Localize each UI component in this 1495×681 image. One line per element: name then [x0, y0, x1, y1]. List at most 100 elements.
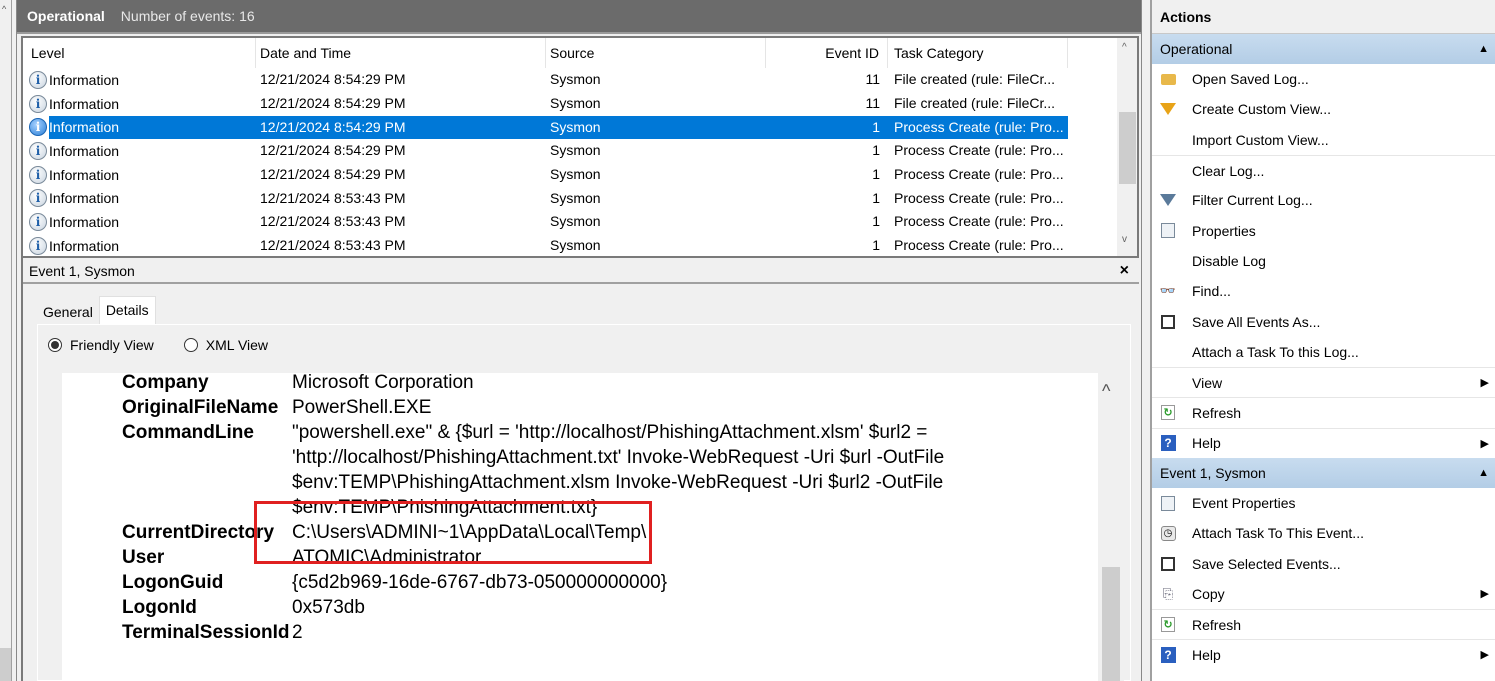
action-item[interactable]: Event Properties	[1152, 488, 1495, 518]
action-item[interactable]: Filter Current Log...	[1152, 185, 1495, 215]
column-header-event-id[interactable]: Event ID	[766, 38, 888, 68]
xml-view-radio[interactable]	[183, 338, 198, 352]
task-clock-icon: ◷	[1160, 525, 1176, 541]
tab-details[interactable]: Details	[98, 296, 156, 324]
binoculars-icon: 👓	[1159, 283, 1177, 299]
field-key: TerminalSessionId	[122, 622, 290, 643]
table-row[interactable]: i Information 12/21/2024 8:53:43 PM Sysmon 1…	[23, 210, 1137, 234]
field-value: 2	[292, 622, 303, 643]
action-item[interactable]: Clear Log...	[1152, 154, 1495, 185]
properties-icon	[1161, 495, 1175, 511]
action-group-label: Operational	[1160, 41, 1233, 57]
xml-view-label: XML View	[205, 337, 269, 353]
table-row[interactable]: i Information 12/21/2024 8:54:29 PM Sysmon 1…	[23, 115, 1137, 139]
event-field: CommandLine "powershell.exe" & {$url = 'h…	[62, 420, 1098, 520]
scroll-down-icon[interactable]: v	[1122, 234, 1127, 245]
scroll-up-icon[interactable]: ^	[1122, 42, 1127, 53]
level-text: Information	[49, 95, 120, 112]
level-text: Information	[49, 190, 120, 207]
field-value: 0x573db	[292, 597, 365, 618]
action-item[interactable]: Properties	[1152, 215, 1495, 245]
table-row[interactable]: i Information 12/21/2024 8:54:29 PM Sysmon 1…	[23, 92, 1137, 116]
action-item[interactable]: Import Custom View...	[1152, 125, 1495, 155]
table-row[interactable]: i Information 12/21/2024 8:53:43 PM Sysmon 1…	[23, 186, 1137, 210]
table-row[interactable]: i Information 12/21/2024 8:54:29 PM Sysmon 1…	[23, 163, 1137, 187]
action-label: Save All Events As...	[1192, 313, 1321, 330]
datetime-cell: 12/21/2024 8:53:43 PM	[260, 237, 406, 254]
submenu-arrow-icon: ▶	[1480, 588, 1489, 601]
scroll-up-icon[interactable]: ^	[1102, 381, 1110, 402]
action-item[interactable]: ? Help ▶	[1152, 639, 1495, 669]
action-item[interactable]: View ▶	[1152, 366, 1495, 397]
action-icon-slot: ◷	[1152, 525, 1184, 541]
level-text: Information	[49, 115, 256, 139]
action-item[interactable]: ⎘ Copy ▶	[1152, 579, 1495, 609]
action-item[interactable]: Save Selected Events...	[1152, 548, 1495, 578]
source-cell: Sysmon	[550, 237, 601, 254]
action-item[interactable]: 👓 Find...	[1152, 276, 1495, 306]
events-list-scrollbar[interactable]: ^ v	[1117, 38, 1137, 256]
event-id-cell: 11	[865, 95, 880, 112]
submenu-arrow-icon: ▶	[1480, 377, 1489, 390]
events-list-header: Level Date and Time Source Event ID Task…	[23, 38, 1137, 68]
action-item[interactable]: Disable Log	[1152, 246, 1495, 276]
details-tab-body: Friendly View XML View Company Microsoft …	[37, 324, 1131, 681]
scroll-up-icon[interactable]: ^	[2, 4, 6, 14]
field-value: ATOMIC\Administrator	[292, 547, 482, 568]
action-group-label: Event 1, Sysmon	[1160, 464, 1266, 481]
scroll-thumb[interactable]	[1119, 112, 1136, 184]
action-item[interactable]: ? Help ▶	[1152, 427, 1495, 458]
tab-general[interactable]: General	[37, 300, 99, 324]
table-row[interactable]: i Information 12/21/2024 8:53:43 PM Sysmon 1…	[23, 234, 1137, 256]
datetime-cell: 12/21/2024 8:54:29 PM	[260, 142, 406, 159]
action-label: Attach Task To This Event...	[1192, 525, 1364, 542]
action-group-header[interactable]: Event 1, Sysmon ▲	[1152, 457, 1495, 488]
action-item[interactable]: Open Saved Log...	[1152, 64, 1495, 94]
events-rows: i Information 12/21/2024 8:54:29 PM Sysmon 1…	[23, 68, 1137, 256]
friendly-view-radio[interactable]	[48, 338, 62, 352]
level-cell: i Information	[23, 236, 256, 255]
table-row[interactable]: i Information 12/21/2024 8:54:29 PM Sysmon 1…	[23, 139, 1137, 163]
task-category-cell: Process Create (rule: Pro...	[888, 115, 1068, 139]
event-detail-title: Event 1, Sysmon	[29, 263, 135, 279]
action-item[interactable]: Attach a Task To this Log...	[1152, 337, 1495, 367]
navigation-pane-scrollbar[interactable]: ^	[0, 0, 12, 681]
datetime-cell: 12/21/2024 8:54:29 PM	[260, 71, 406, 88]
action-item[interactable]: ↻ Refresh	[1152, 397, 1495, 427]
event-count: Number of events: 16	[120, 8, 255, 24]
column-header-level[interactable]: Level	[23, 38, 256, 68]
action-item[interactable]: ◷ Attach Task To This Event...	[1152, 518, 1495, 548]
friendly-view-option[interactable]: Friendly View	[48, 337, 154, 353]
action-icon-slot: ?	[1152, 435, 1184, 452]
action-icon-slot: ↻	[1152, 405, 1184, 421]
action-icon-slot: ↻	[1152, 617, 1184, 633]
column-header-task-category[interactable]: Task Category	[888, 38, 1068, 68]
detail-scrollbar[interactable]: ^	[1098, 373, 1124, 681]
action-item[interactable]: ↻ Refresh	[1152, 609, 1495, 639]
level-cell: i Information	[23, 70, 256, 89]
action-label: Copy	[1192, 585, 1225, 602]
task-category-cell: File created (rule: FileCr...	[894, 95, 1056, 112]
field-value: "powershell.exe" & {$url = 'http://local…	[292, 422, 945, 518]
close-icon[interactable]: ×	[1120, 258, 1129, 284]
action-item[interactable]: Create Custom View...	[1152, 94, 1495, 124]
action-icon-slot: 👓	[1152, 283, 1184, 299]
event-field: Company Microsoft Corporation	[62, 373, 1098, 395]
collapse-triangle-icon[interactable]: ▲	[1478, 34, 1489, 64]
collapse-triangle-icon[interactable]: ▲	[1478, 458, 1489, 488]
column-header-date[interactable]: Date and Time	[256, 38, 546, 68]
action-group-header[interactable]: Operational ▲	[1152, 34, 1495, 64]
column-header-source[interactable]: Source	[546, 38, 766, 68]
scroll-thumb[interactable]	[0, 648, 11, 681]
xml-view-option[interactable]: XML View	[183, 337, 269, 353]
level-text: Information	[49, 166, 120, 183]
scroll-thumb[interactable]	[1102, 567, 1120, 681]
action-label: Find...	[1192, 283, 1231, 300]
folder-icon	[1160, 73, 1176, 85]
action-item[interactable]: Save All Events As...	[1152, 306, 1495, 336]
table-row[interactable]: i Information 12/21/2024 8:54:29 PM Sysmon 1…	[23, 68, 1137, 92]
task-category-cell: File created (rule: FileCr...	[894, 71, 1056, 88]
action-icon-slot	[1152, 314, 1184, 329]
action-label: Import Custom View...	[1192, 131, 1329, 148]
save-icon	[1161, 556, 1175, 571]
